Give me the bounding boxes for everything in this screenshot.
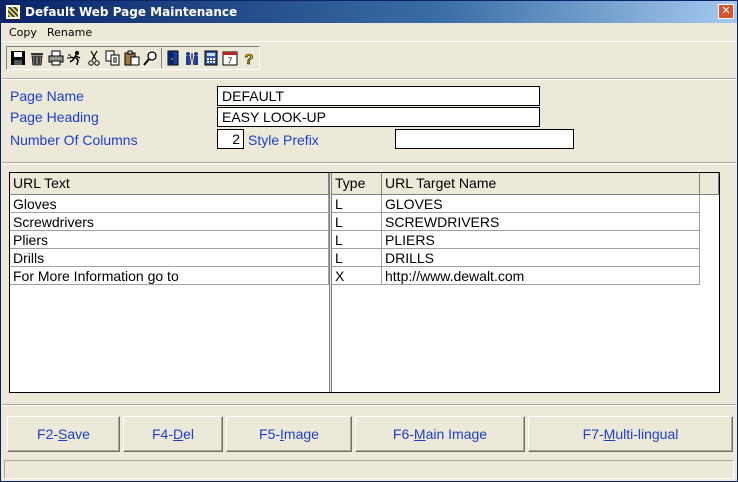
menu-rename[interactable]: Rename (47, 26, 92, 39)
fkey-prefix: F4- (151, 426, 173, 442)
divider-bottom (2, 404, 736, 406)
function-key-bar: F2-Save F4-Del F5-Image F6-Main Image F7… (1, 410, 737, 455)
fkey-hotkey: M (413, 426, 426, 442)
status-bar (4, 460, 734, 479)
fkey-rest: el (183, 426, 195, 442)
cell-target[interactable]: GLOVES (382, 195, 700, 213)
fkey-hotkey: S (58, 426, 68, 442)
num-columns-field[interactable]: 2 (217, 129, 244, 149)
menu-bar: Copy Rename (1, 23, 737, 42)
svg-text:7: 7 (227, 57, 232, 66)
cell-target[interactable]: SCREWDRIVERS (382, 213, 700, 231)
cell-type[interactable]: L (332, 231, 382, 249)
toolbar: 7 ? (6, 46, 260, 70)
cell-url-text[interactable]: Screwdrivers (10, 213, 329, 231)
fkey-prefix: F2- (37, 426, 59, 442)
calculator-icon[interactable] (201, 48, 220, 68)
users-icon[interactable] (182, 48, 201, 68)
cell-url-text[interactable]: Pliers (10, 231, 329, 249)
fkey-rest: ulti-lingual (615, 426, 679, 442)
fkey-rest: mage (283, 426, 319, 442)
fkey-prefix: F7- (582, 426, 604, 442)
divider-middle (2, 162, 736, 164)
fkey-prefix: F5- (259, 426, 281, 442)
f5-image-button[interactable]: F5-Image (226, 416, 352, 452)
cell-target[interactable]: DRILLS (382, 249, 700, 267)
window-title: Default Web Page Maintenance (25, 5, 238, 19)
run-icon[interactable] (65, 48, 84, 68)
page-name-field[interactable]: DEFAULT (217, 86, 540, 106)
calendar-icon[interactable]: 7 (220, 48, 239, 68)
cell-url-text[interactable]: Gloves (10, 195, 329, 213)
style-prefix-label: Style Prefix (248, 132, 319, 148)
delete-icon[interactable] (27, 48, 46, 68)
fkey-prefix: F6- (392, 426, 414, 442)
page-heading-field[interactable]: EASY LOOK-UP (217, 107, 540, 127)
cell-target[interactable]: PLIERS (382, 231, 700, 249)
fkey-hotkey: M (603, 426, 616, 442)
fkey-rest: ave (67, 426, 90, 442)
svg-text:?: ? (244, 51, 253, 66)
help-icon[interactable]: ? (239, 48, 258, 68)
print-icon[interactable] (46, 48, 65, 68)
page-heading-label: Page Heading (10, 109, 99, 125)
app-icon (5, 4, 21, 20)
grid-header-target[interactable]: URL Target Name (382, 173, 700, 195)
save-icon[interactable] (8, 48, 27, 68)
cell-url-text[interactable]: Drills (10, 249, 329, 267)
paste-icon[interactable] (122, 48, 141, 68)
f4-delete-button[interactable]: F4-Del (123, 416, 223, 452)
f6-main-image-button[interactable]: F6-Main Image (355, 416, 525, 452)
fkey-rest: ain Image (425, 426, 488, 442)
cell-type[interactable]: L (332, 249, 382, 267)
cell-target[interactable]: http://www.dewalt.com (382, 267, 700, 285)
num-columns-label: Number Of Columns (10, 132, 138, 148)
cell-type[interactable]: X (332, 267, 382, 285)
copy-icon[interactable] (103, 48, 122, 68)
main-window: Default Web Page Maintenance ✕ Copy Rena… (0, 0, 738, 482)
f7-multilingual-button[interactable]: F7-Multi-lingual (528, 416, 733, 452)
grid-header-url-text[interactable]: URL Text (10, 173, 329, 195)
divider-top (2, 78, 736, 80)
cell-type[interactable]: L (332, 195, 382, 213)
url-grid: URL Text Type URL Target Name Gloves L G… (9, 172, 720, 393)
toolbar-separator (161, 48, 162, 68)
page-name-label: Page Name (10, 88, 84, 104)
f2-save-button[interactable]: F2-Save (7, 416, 120, 452)
fkey-hotkey: D (172, 426, 184, 442)
find-icon[interactable] (141, 48, 160, 68)
cell-type[interactable]: L (332, 213, 382, 231)
grid-header-filler (700, 173, 719, 195)
exit-door-icon[interactable] (163, 48, 182, 68)
menu-copy[interactable]: Copy (9, 26, 37, 39)
cell-url-text[interactable]: For More Information go to (10, 267, 329, 285)
style-prefix-field[interactable] (395, 129, 574, 149)
title-bar: Default Web Page Maintenance ✕ (1, 1, 737, 23)
cut-icon[interactable] (84, 48, 103, 68)
grid-header-type[interactable]: Type (332, 173, 382, 195)
close-button[interactable]: ✕ (718, 4, 734, 19)
